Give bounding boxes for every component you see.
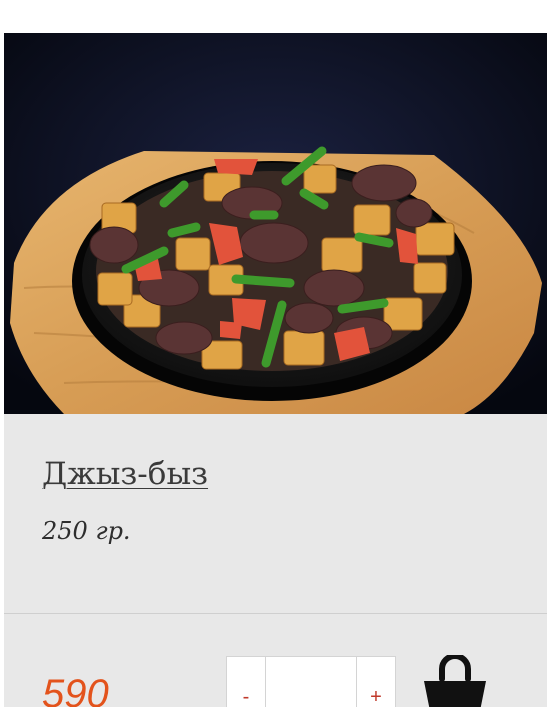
product-price: 590 xyxy=(42,672,109,707)
product-name-link[interactable]: Джыз-быз xyxy=(42,456,208,492)
quantity-increment-button[interactable]: + xyxy=(356,657,395,707)
product-image[interactable] xyxy=(4,33,547,414)
add-to-cart-button[interactable] xyxy=(422,653,488,707)
shopping-basket-icon xyxy=(424,653,486,707)
quantity-stepper: - + xyxy=(226,656,396,707)
quantity-input[interactable] xyxy=(266,657,356,707)
product-card: Джыз-быз 250 гр. 590 - + xyxy=(4,33,547,707)
quantity-decrement-button[interactable]: - xyxy=(227,657,266,707)
product-weight: 250 гр. xyxy=(42,517,131,545)
divider xyxy=(4,613,547,614)
